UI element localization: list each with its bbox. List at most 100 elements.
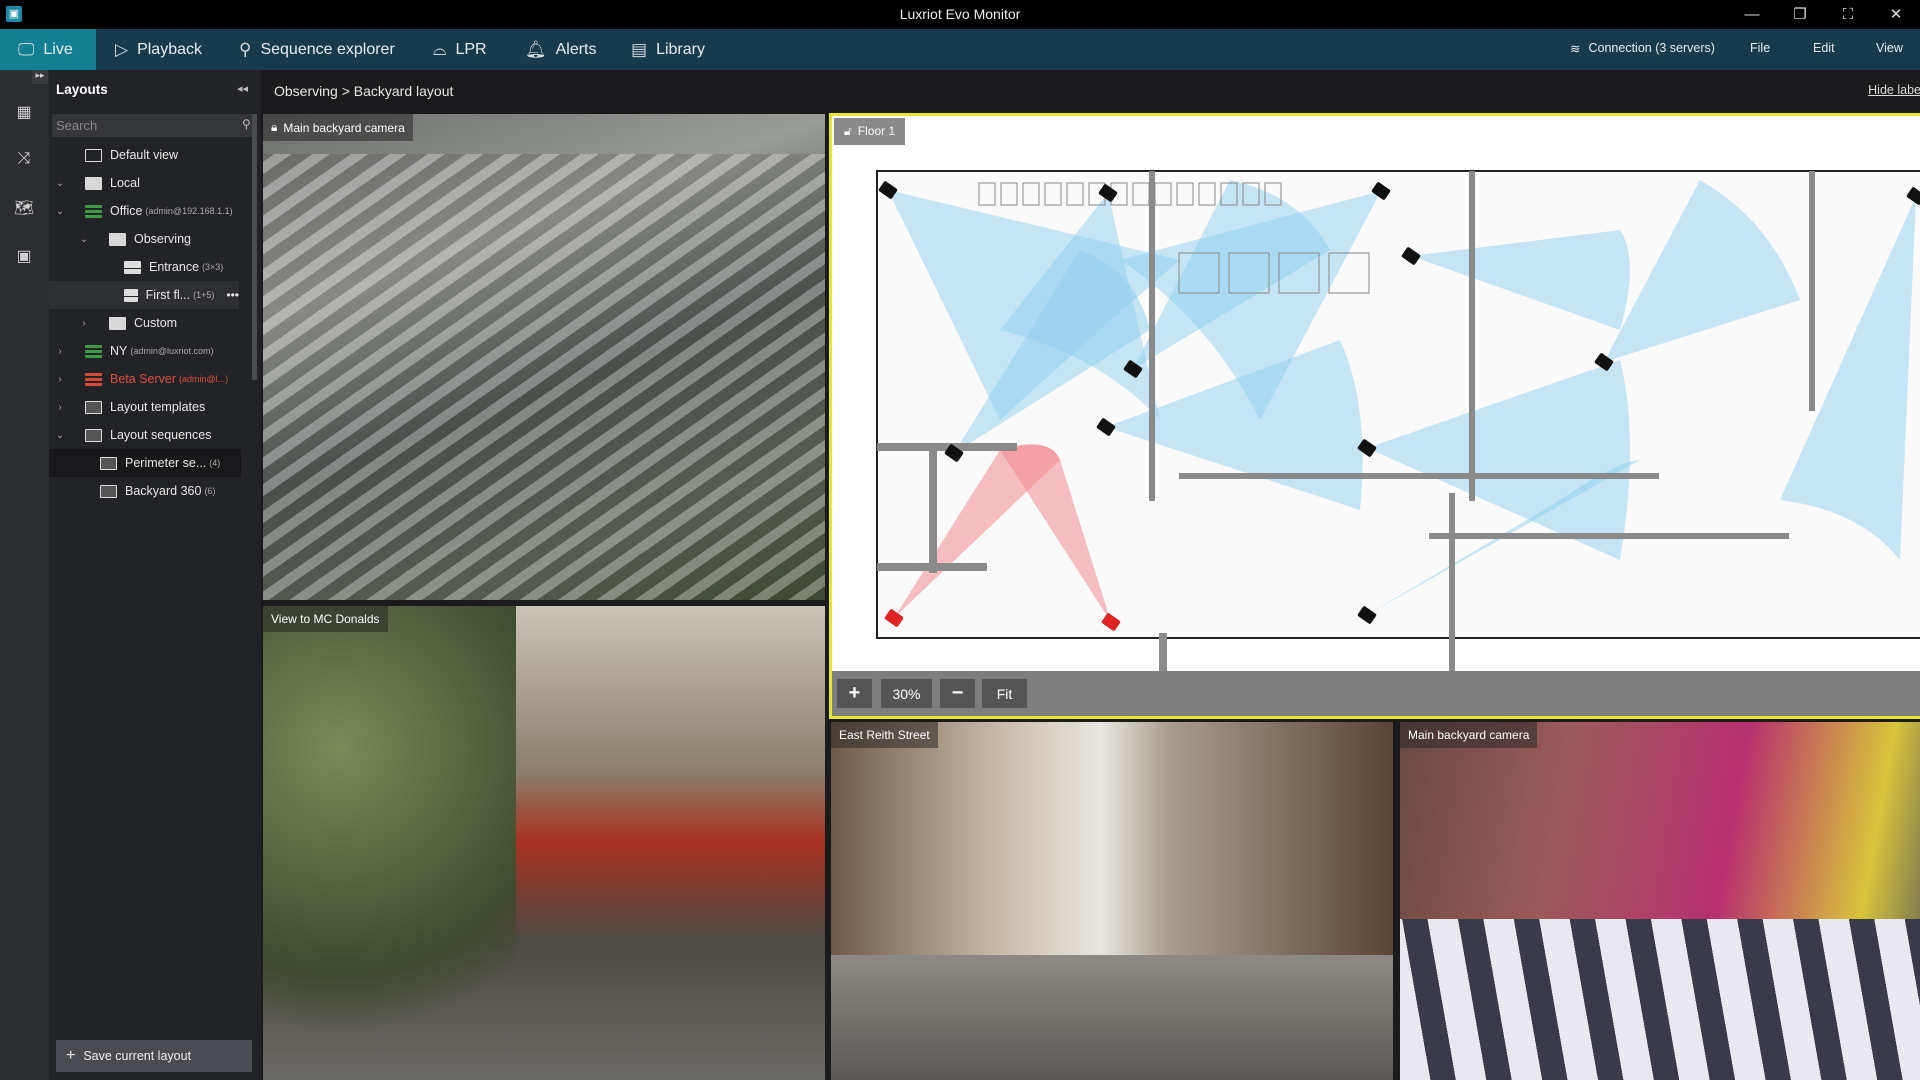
tree-item-layout-templates[interactable]: › Layout templates [49,393,249,421]
events-icon[interactable]: ▣ [13,246,35,268]
map-icon[interactable]: 🗺︎ [13,198,35,220]
collapse-icon[interactable]: ◂◂ [237,82,248,95]
video-feed [263,606,516,1080]
sidebar-title: Layouts [56,82,108,97]
search-input[interactable] [52,114,256,137]
expand-icon[interactable]: ▸▸ [32,70,48,84]
plus-icon: + [66,1047,76,1064]
chevron-right-icon[interactable]: › [53,374,67,385]
tab-sequence-explorer[interactable]: ⚲ Sequence explorer [221,29,413,70]
menu-file[interactable]: File [1750,41,1770,55]
chevron-down-icon[interactable]: ⌄ [77,234,91,245]
tab-lpr[interactable]: ⌓ LPR [415,29,505,70]
camera-name: East Reith Street [839,728,930,742]
tab-library[interactable]: ▤ Library [613,29,723,70]
tree-item-local[interactable]: ⌄ Local [49,169,249,197]
item-label: Backyard 360 [125,484,202,498]
item-label: Office [110,204,143,218]
wall [1429,533,1789,539]
fullscreen-button[interactable]: ⛶ [1824,0,1872,29]
video-tile-mcdonalds[interactable]: View to MC Donalds [263,606,825,1080]
more-icon[interactable]: ••• [226,288,239,302]
tree-item-office[interactable]: ⌄ Office (admin@192.168.1.1) [49,197,249,225]
camera-label: East Reith Street [831,722,938,748]
hide-labels-link[interactable]: Hide labels [1868,83,1920,97]
tab-alerts[interactable]: 🔔︎ Alerts [507,29,615,70]
server-icon [85,344,102,358]
tree-item-layout-sequences[interactable]: ⌄ Layout sequences [49,421,249,449]
item-label: Default view [110,148,179,162]
sequence-icon [85,428,102,442]
camera-label: View to MC Donalds [263,606,388,632]
zoom-in-button[interactable]: + [837,679,872,708]
map-label: 🔓︎ Floor 1 [834,118,906,145]
layouts-icon[interactable]: ▦ [13,102,35,124]
tab-playback[interactable]: ▷ Playback [97,29,220,70]
tree-item-ny[interactable]: › NY (admin@luxriot.com) [49,337,249,365]
minimize-button[interactable]: — [1728,0,1776,29]
tree-item-first-floor[interactable]: First fl... (1+5) ••• [49,281,239,309]
zoom-out-button[interactable]: − [940,679,975,708]
floor-name: Floor 1 [857,124,896,138]
wall [1469,171,1475,501]
item-sub: (admin@l...) [179,374,229,384]
chevron-right-icon[interactable]: › [53,346,67,357]
wall [1449,493,1455,676]
tree-item-beta-server[interactable]: › Beta Server (admin@l...) [49,365,249,393]
save-current-layout-button[interactable]: + Save current layout [56,1040,252,1072]
sequence-icon: ⚲ [239,39,252,59]
floor-plan[interactable] [832,116,1920,676]
item-label: Observing [134,232,191,246]
search-icon[interactable]: ⚲ [242,117,251,131]
scrollbar[interactable] [252,114,257,380]
menu-view[interactable]: View [1876,41,1903,55]
fit-button[interactable]: Fit [982,679,1027,708]
chevron-right-icon[interactable]: › [77,318,91,329]
library-icon: ▤ [631,39,648,59]
tree-item-observing[interactable]: ⌄ Observing [49,225,249,253]
item-label: Layout templates [110,400,206,414]
tree-item-entrance[interactable]: Entrance (3×3) [49,253,249,281]
map-toolbar: + 30% − Fit [832,671,1920,716]
tree-item-default-view[interactable]: Default view [49,141,249,169]
map-tile-floor-1[interactable]: 🔓︎ Floor 1 + 30% − Fit [829,113,1920,719]
menu-edit[interactable]: Edit [1813,41,1835,55]
title-bar: ▣ Luxriot Evo Monitor — ❐ ⛶ ✕ [0,0,1920,29]
tree-item-perimeter-sequence[interactable]: Perimeter se... (4) [49,449,241,477]
video-feed [263,154,825,600]
shuffle-icon[interactable]: ⤨ [13,150,35,172]
sequence-icon [100,484,117,498]
item-label: Beta Server [110,372,177,386]
monitor-icon [85,148,102,162]
close-button[interactable]: ✕ [1872,0,1920,29]
chevron-right-icon[interactable]: › [53,402,67,413]
video-tile-main-backyard[interactable]: 🔒︎ Main backyard camera [263,114,825,600]
camera-name: View to MC Donalds [271,612,380,626]
video-feed [1400,918,1920,1080]
video-tile-east-reith-street[interactable]: East Reith Street [831,722,1393,1080]
tab-live[interactable]: 🖵 Live [0,29,96,70]
restore-button[interactable]: ❐ [1776,0,1824,29]
window-title: Luxriot Evo Monitor [899,6,1021,22]
tree-item-custom[interactable]: › Custom [49,309,249,337]
servers-icon: ≋ [1570,42,1581,56]
wall [1149,171,1155,501]
video-tile-main-backyard-2[interactable]: Main backyard camera [1400,722,1920,1080]
wall [929,443,937,573]
folder-icon [109,316,126,330]
connection-button[interactable]: ≋ Connection (3 servers) [1570,41,1715,56]
layout-icon [124,288,138,302]
item-sub: (4) [209,458,221,468]
tree-item-backyard-360[interactable]: Backyard 360 (6) [49,477,249,505]
wall [1809,171,1815,411]
folder-icon [85,176,102,190]
item-label: Custom [134,316,178,330]
car-icon: ⌓ [433,39,447,59]
chevron-down-icon[interactable]: ⌄ [53,206,67,217]
breadcrumb[interactable]: Observing > Backyard layout [274,83,453,99]
chevron-down-icon[interactable]: ⌄ [53,430,67,441]
camera-name: Main backyard camera [1408,728,1530,742]
item-sub: (3×3) [202,262,224,272]
item-label: Local [110,176,140,190]
chevron-down-icon[interactable]: ⌄ [53,178,67,189]
